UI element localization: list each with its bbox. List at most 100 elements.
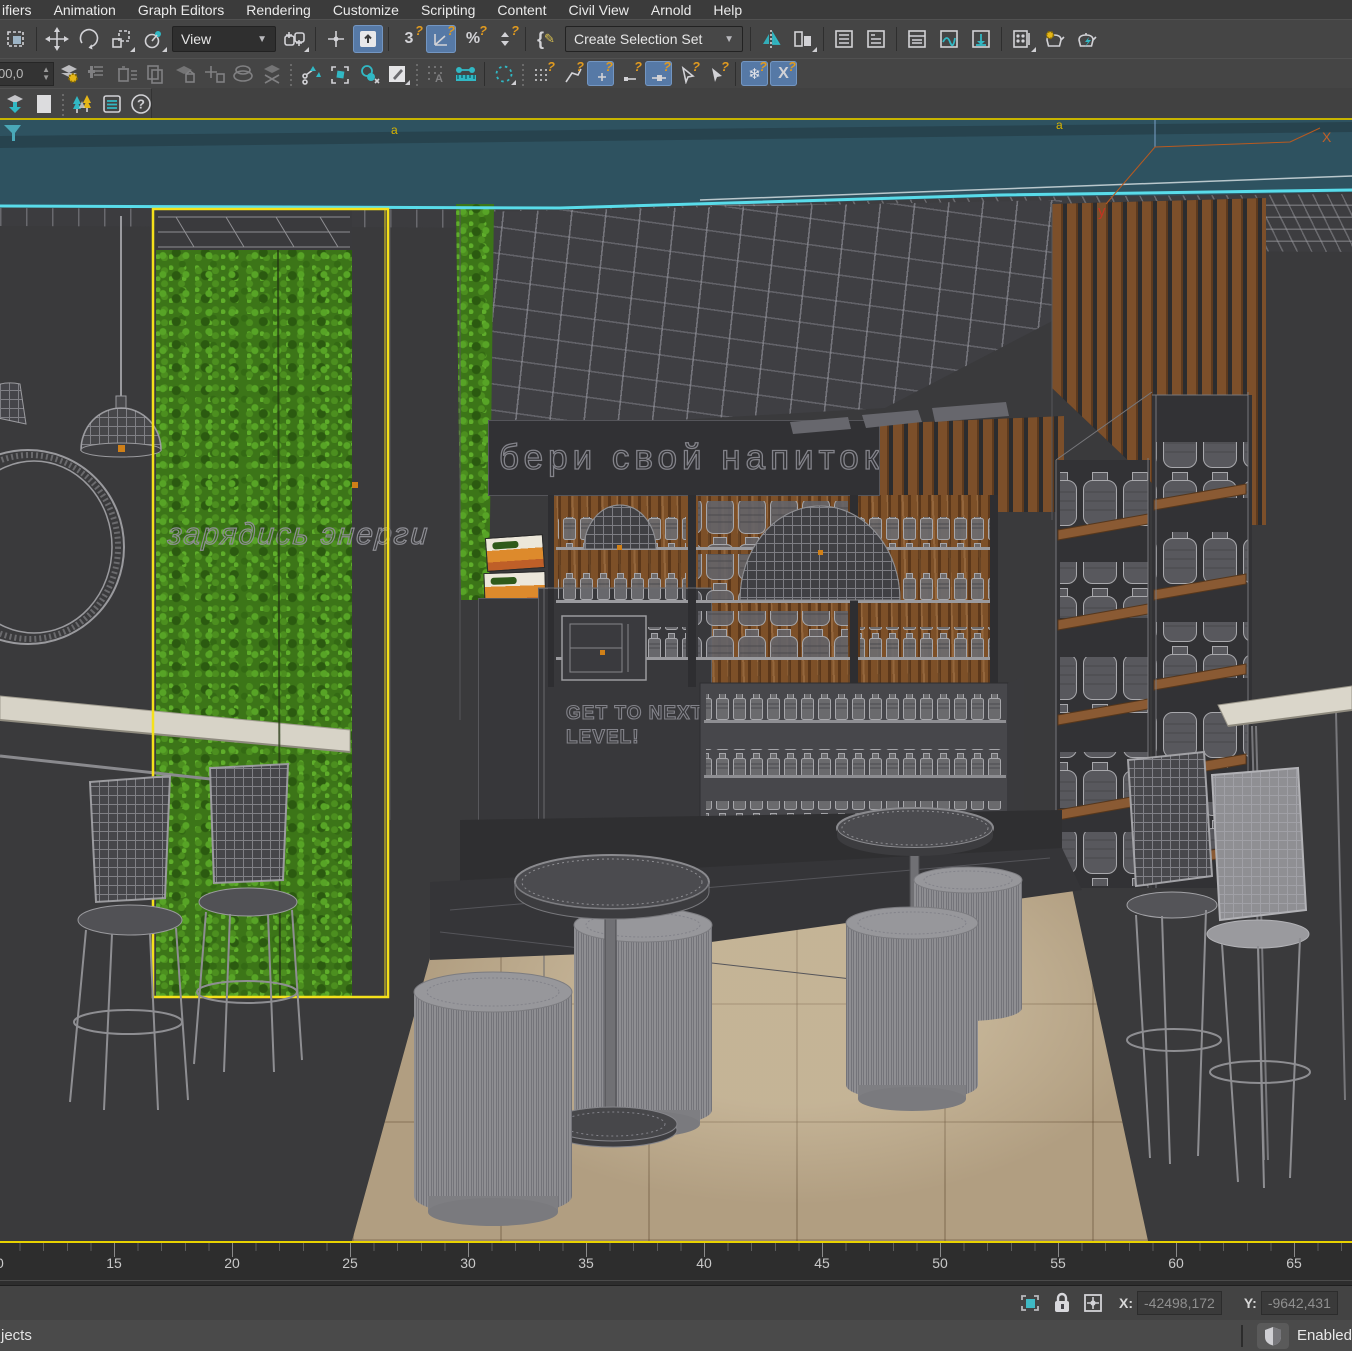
funnel-icon[interactable] [4, 125, 21, 141]
plugin-toolbar: ? [0, 88, 152, 118]
snap-x-override-icon[interactable]: X? [770, 61, 797, 86]
snap-endpoint-override-icon[interactable]: ? [558, 61, 585, 86]
menu-rendering[interactable]: Rendering [235, 2, 322, 18]
layer-down-icon[interactable] [1, 91, 28, 116]
moss-wall-top-beams [156, 208, 352, 250]
paint-window-icon[interactable] [384, 61, 411, 86]
menu-modifiers[interactable]: ifiers [0, 2, 43, 18]
grid-a-icon[interactable]: A [423, 61, 450, 86]
curve-editor-icon[interactable] [934, 25, 964, 53]
object-marker: a [391, 123, 398, 137]
percent-snap-toggle[interactable]: %? [458, 25, 488, 53]
layer-properties-icon[interactable] [171, 61, 198, 86]
white-swatch-icon[interactable] [30, 91, 57, 116]
time-tick-label: 35 [578, 1255, 594, 1271]
value-spinner-field[interactable]: 00,0▲▼ [0, 62, 54, 86]
axis-y-label: y [1098, 203, 1106, 220]
svg-text:A: A [435, 73, 443, 85]
time-tick-label: 40 [696, 1255, 712, 1271]
spinner-arrows-icon[interactable]: ▲▼ [42, 66, 50, 82]
x-coordinate-field[interactable]: -42498,172 [1137, 1291, 1222, 1315]
spheres-tool-icon[interactable] [355, 61, 382, 86]
pick-object-icon[interactable] [326, 61, 353, 86]
absolute-mode-toggle[interactable] [1082, 1291, 1104, 1315]
menu-civil-view[interactable]: Civil View [557, 2, 639, 18]
named-selection-set-dropdown[interactable]: Create Selection Set ▼ [565, 26, 743, 52]
menu-animation[interactable]: Animation [43, 2, 127, 18]
use-pivot-point-icon[interactable] [280, 25, 310, 53]
menu-content[interactable]: Content [486, 2, 557, 18]
dotted-circle-icon[interactable] [490, 61, 517, 86]
selection-lock-icon[interactable] [1052, 1291, 1072, 1315]
time-tick-label: 45 [814, 1255, 830, 1271]
time-ruler[interactable] [0, 1243, 1352, 1269]
scene-explorer-icon[interactable] [829, 25, 859, 53]
measure-tool-icon[interactable] [452, 61, 479, 86]
menu-scripting[interactable]: Scripting [410, 2, 486, 18]
reference-coordinate-dropdown[interactable]: View ▼ [172, 26, 276, 52]
left-counter [0, 696, 350, 784]
keyboard-shortcut-override-toggle[interactable] [353, 25, 383, 53]
forest-trees-icon[interactable] [69, 91, 96, 116]
select-region-icon[interactable] [1, 25, 31, 53]
material-editor-icon[interactable] [1007, 25, 1037, 53]
snap-cursor-filled-override-icon[interactable]: ? [703, 61, 730, 86]
timeline[interactable]: 10 15 20 25 30 35 40 45 50 55 60 65 [0, 1243, 1352, 1286]
menu-help[interactable]: Help [702, 2, 753, 18]
bar-chair-left-1 [194, 764, 302, 1072]
layer-explorer-icon[interactable] [861, 25, 891, 53]
bar-chair-left-2 [70, 776, 188, 1110]
snap-grid-override-icon[interactable]: ? [529, 61, 556, 86]
angle-snap-toggle[interactable]: ? [426, 25, 456, 53]
manage-layers-icon[interactable] [55, 61, 82, 86]
document-lines-icon[interactable] [98, 91, 125, 116]
render-production-icon[interactable] [1071, 25, 1101, 53]
time-tick-label: 10 [0, 1255, 4, 1271]
lower-cabinet [700, 676, 1024, 831]
mirror-icon[interactable] [756, 25, 786, 53]
snap-3d-toggle[interactable]: 3? [394, 25, 424, 53]
scene-wireframe-overlay: X y a a [0, 120, 1352, 1241]
schematic-view-icon[interactable] [966, 25, 996, 53]
snap-slider-override-icon[interactable]: ? [645, 61, 672, 86]
ribbon-toggle-icon[interactable] [902, 25, 932, 53]
named-selection-set-value: Create Selection Set [574, 31, 702, 47]
menu-customize[interactable]: Customize [322, 2, 410, 18]
menu-arnold[interactable]: Arnold [640, 2, 702, 18]
snap-minus-override-icon[interactable]: ? [616, 61, 643, 86]
time-tick-label: 20 [224, 1255, 240, 1271]
time-tick-label: 30 [460, 1255, 476, 1271]
delete-layer-icon[interactable] [113, 61, 140, 86]
select-rotate-icon[interactable] [74, 25, 104, 53]
align-icon[interactable] [788, 25, 818, 53]
viewport-border-bottom [0, 1241, 1352, 1243]
hide-layer-icon[interactable] [258, 61, 285, 86]
snap-plus-override-icon[interactable]: ? [587, 61, 614, 86]
security-shield-button[interactable] [1257, 1323, 1289, 1349]
scatter-tool-icon[interactable] [297, 61, 324, 86]
help-circle-icon[interactable]: ? [127, 91, 154, 116]
select-scale-icon[interactable] [106, 25, 136, 53]
reference-coordinate-value: View [181, 31, 211, 47]
snap-freeze-override-icon[interactable]: ❄? [741, 61, 768, 86]
edit-named-selection-sets-icon[interactable]: {✎ [531, 25, 561, 53]
add-to-layer-icon[interactable] [84, 61, 111, 86]
security-status-label: Enabled [1297, 1327, 1352, 1344]
snap-cursor-override-icon[interactable]: ? [674, 61, 701, 86]
time-tick-label: 55 [1050, 1255, 1066, 1271]
viewport-3d[interactable]: бери свой напиток здесь зарядись энерги … [0, 120, 1352, 1241]
select-layer-objects-icon[interactable] [229, 61, 256, 86]
select-move-icon[interactable] [42, 25, 72, 53]
select-manipulate-icon[interactable] [321, 25, 351, 53]
y-coordinate-field[interactable]: -9642,431 [1261, 1291, 1338, 1315]
select-place-icon[interactable] [138, 25, 168, 53]
add-objects-to-layer-icon[interactable] [200, 61, 227, 86]
copy-layer-icon[interactable] [142, 61, 169, 86]
stool-2 [574, 908, 712, 1137]
menu-graph-editors[interactable]: Graph Editors [127, 2, 235, 18]
3dsmax-window: ifiers Animation Graph Editors Rendering… [0, 0, 1352, 1351]
moss-panel-seam [278, 250, 280, 996]
render-setup-icon[interactable] [1039, 25, 1069, 53]
isolate-selection-toggle[interactable] [1018, 1291, 1042, 1315]
spinner-snap-toggle[interactable]: ? [490, 25, 520, 53]
